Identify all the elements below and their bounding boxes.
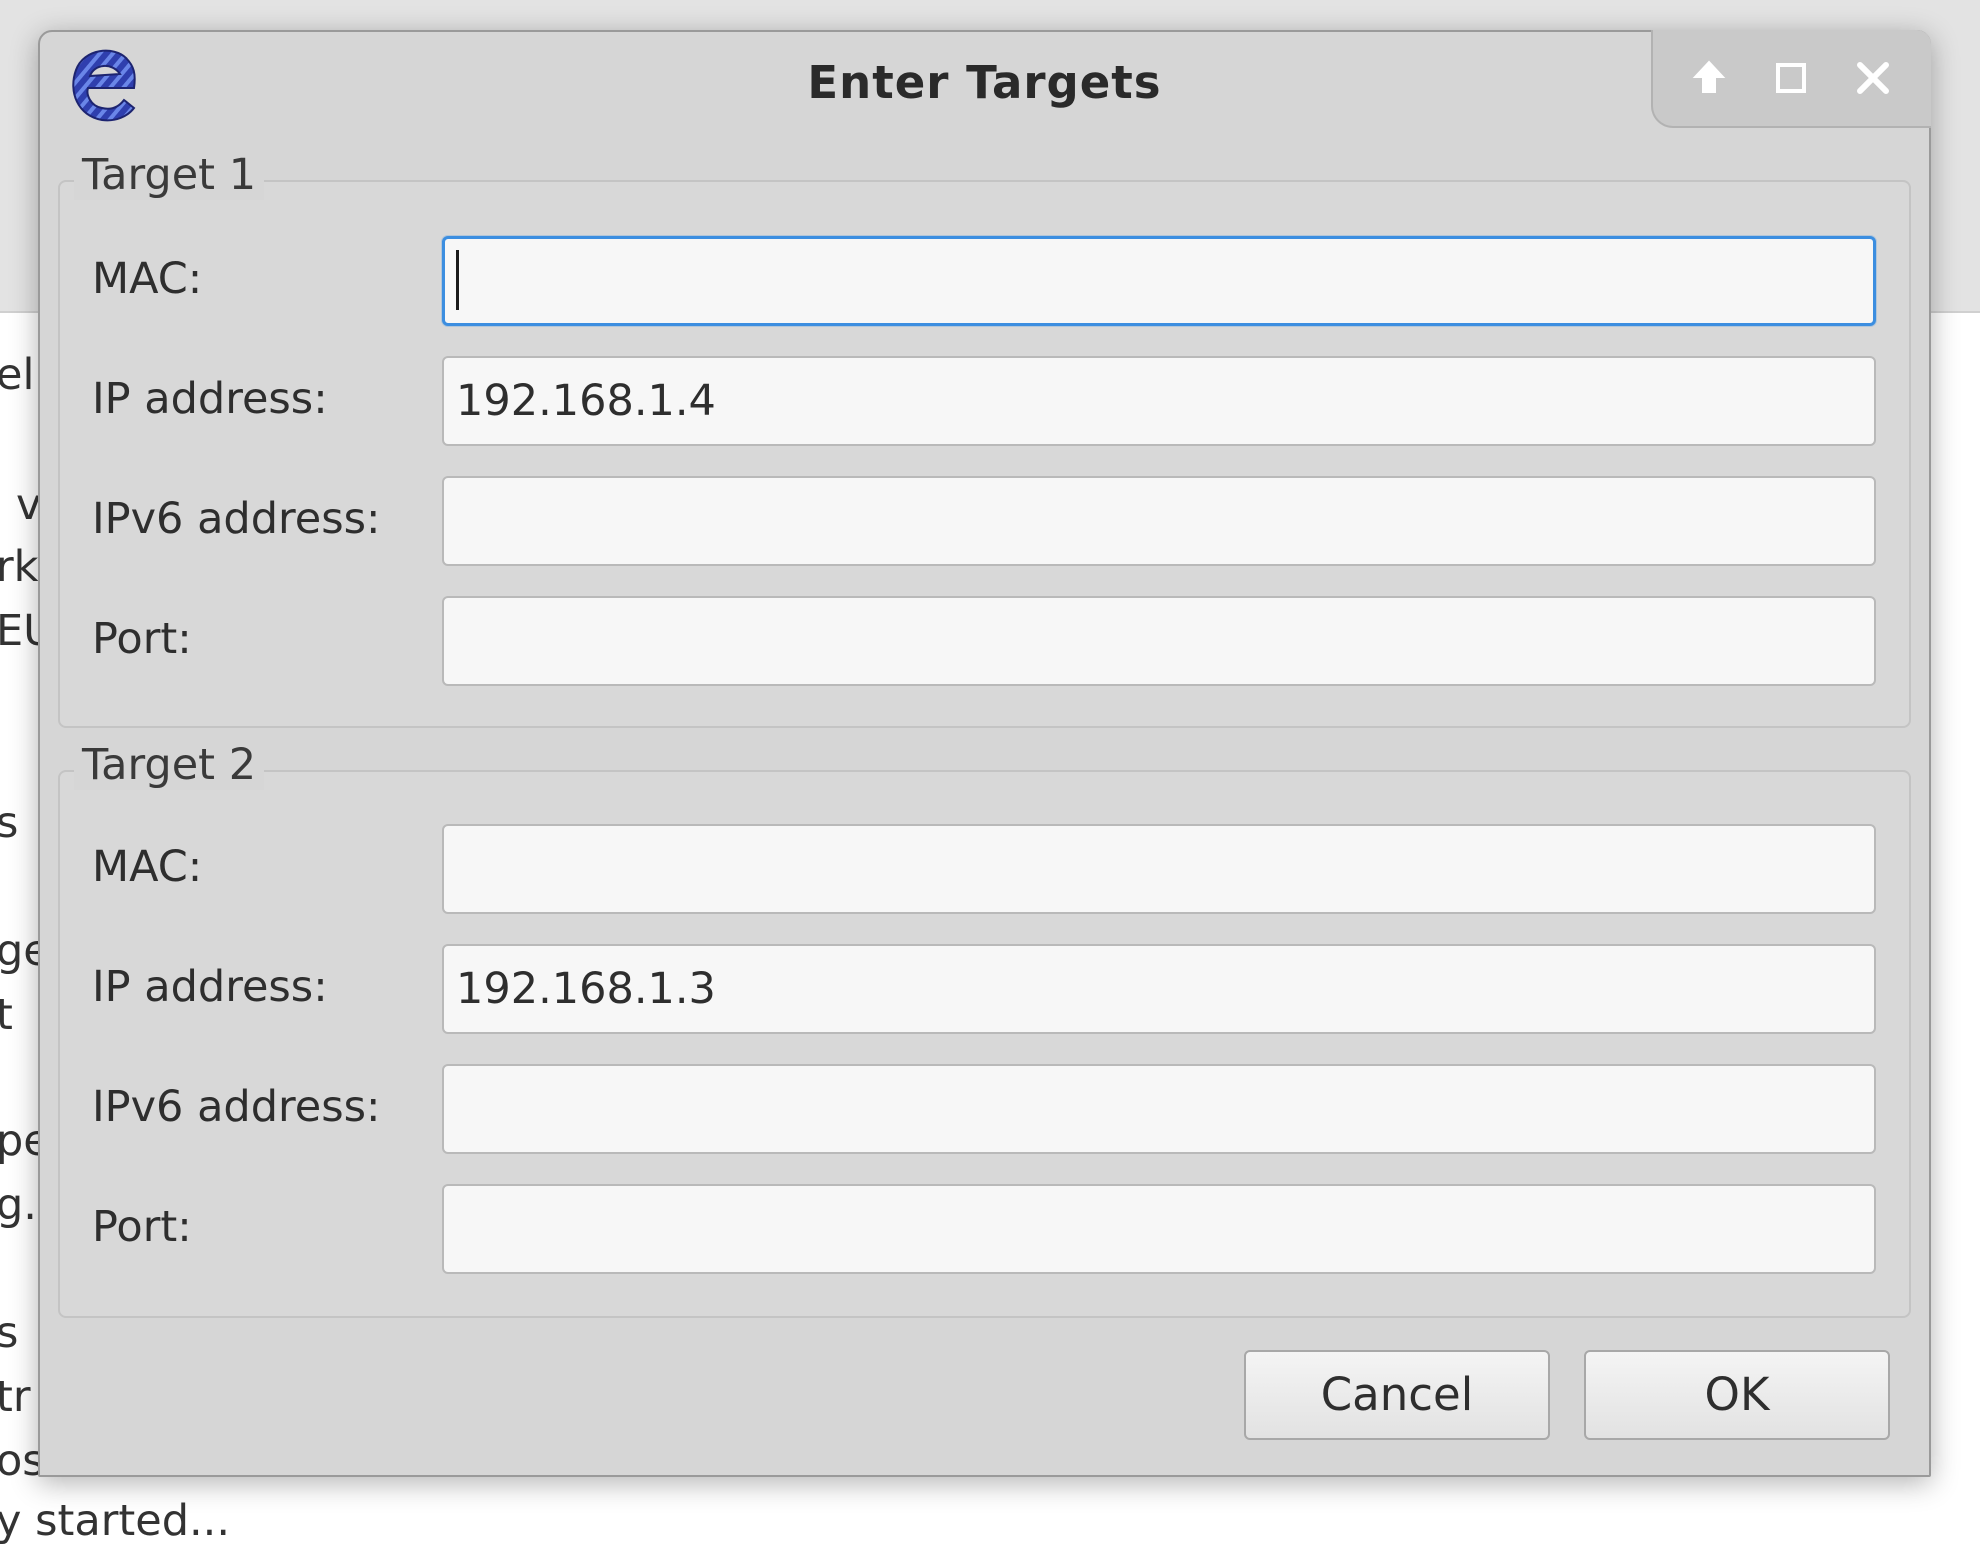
target1-port-input[interactable] [442,596,1876,686]
target2-ip-row: IP address: 192.168.1.3 [60,944,1909,1034]
target1-group: Target 1 MAC: IP address: 192.168.1.4 IP… [58,150,1911,728]
dialog-title: Enter Targets [807,56,1162,109]
target2-ip-input[interactable]: 192.168.1.3 [442,944,1876,1034]
target1-ip-input[interactable]: 192.168.1.4 [442,356,1876,446]
target1-title: Target 1 [74,150,265,200]
target1-ip-row: IP address: 192.168.1.4 [60,356,1909,446]
ipv6-label: IPv6 address: [92,1082,381,1132]
target1-ipv6-input[interactable] [442,476,1876,566]
background-text: el [0,350,35,400]
target1-port-row: Port: [60,596,1909,686]
background-text: s [0,1308,19,1358]
ip-label: IP address: [92,374,328,424]
ipv6-label: IPv6 address: [92,494,381,544]
background-text: t [0,990,13,1040]
target2-mac-input[interactable] [442,824,1876,914]
target1-ipv6-row: IPv6 address: [60,476,1909,566]
target2-ipv6-row: IPv6 address: [60,1064,1909,1154]
port-label: Port: [92,614,192,664]
background-text: tr [0,1372,31,1422]
close-icon[interactable] [1845,50,1901,106]
enter-targets-dialog: Enter Targets Target 1 MAC: IP address: … [38,30,1931,1477]
arrow-up-icon[interactable] [1681,50,1737,106]
title-bar[interactable]: Enter Targets [40,30,1931,142]
target2-mac-row: MAC: [60,824,1909,914]
target1-mac-row: MAC: [60,236,1909,326]
text-caret [456,250,459,310]
target2-title: Target 2 [74,740,265,790]
target2-group: Target 2 MAC: IP address: 192.168.1.3 IP… [58,740,1911,1318]
background-text: s [0,798,19,848]
target2-port-row: Port: [60,1184,1909,1274]
port-label: Port: [92,1202,192,1252]
ok-button[interactable]: OK [1584,1350,1890,1440]
background-status-text: y started... [0,1496,231,1546]
window-controls [1651,30,1931,128]
target2-ipv6-input[interactable] [442,1064,1876,1154]
background-text: rk [0,542,39,592]
target2-port-input[interactable] [442,1184,1876,1274]
cancel-button[interactable]: Cancel [1244,1350,1550,1440]
mac-label: MAC: [92,254,203,304]
target1-mac-input[interactable] [442,236,1876,326]
background-text: g. [0,1180,37,1230]
maximize-icon[interactable] [1763,50,1819,106]
ip-label: IP address: [92,962,328,1012]
mac-label: MAC: [92,842,203,892]
